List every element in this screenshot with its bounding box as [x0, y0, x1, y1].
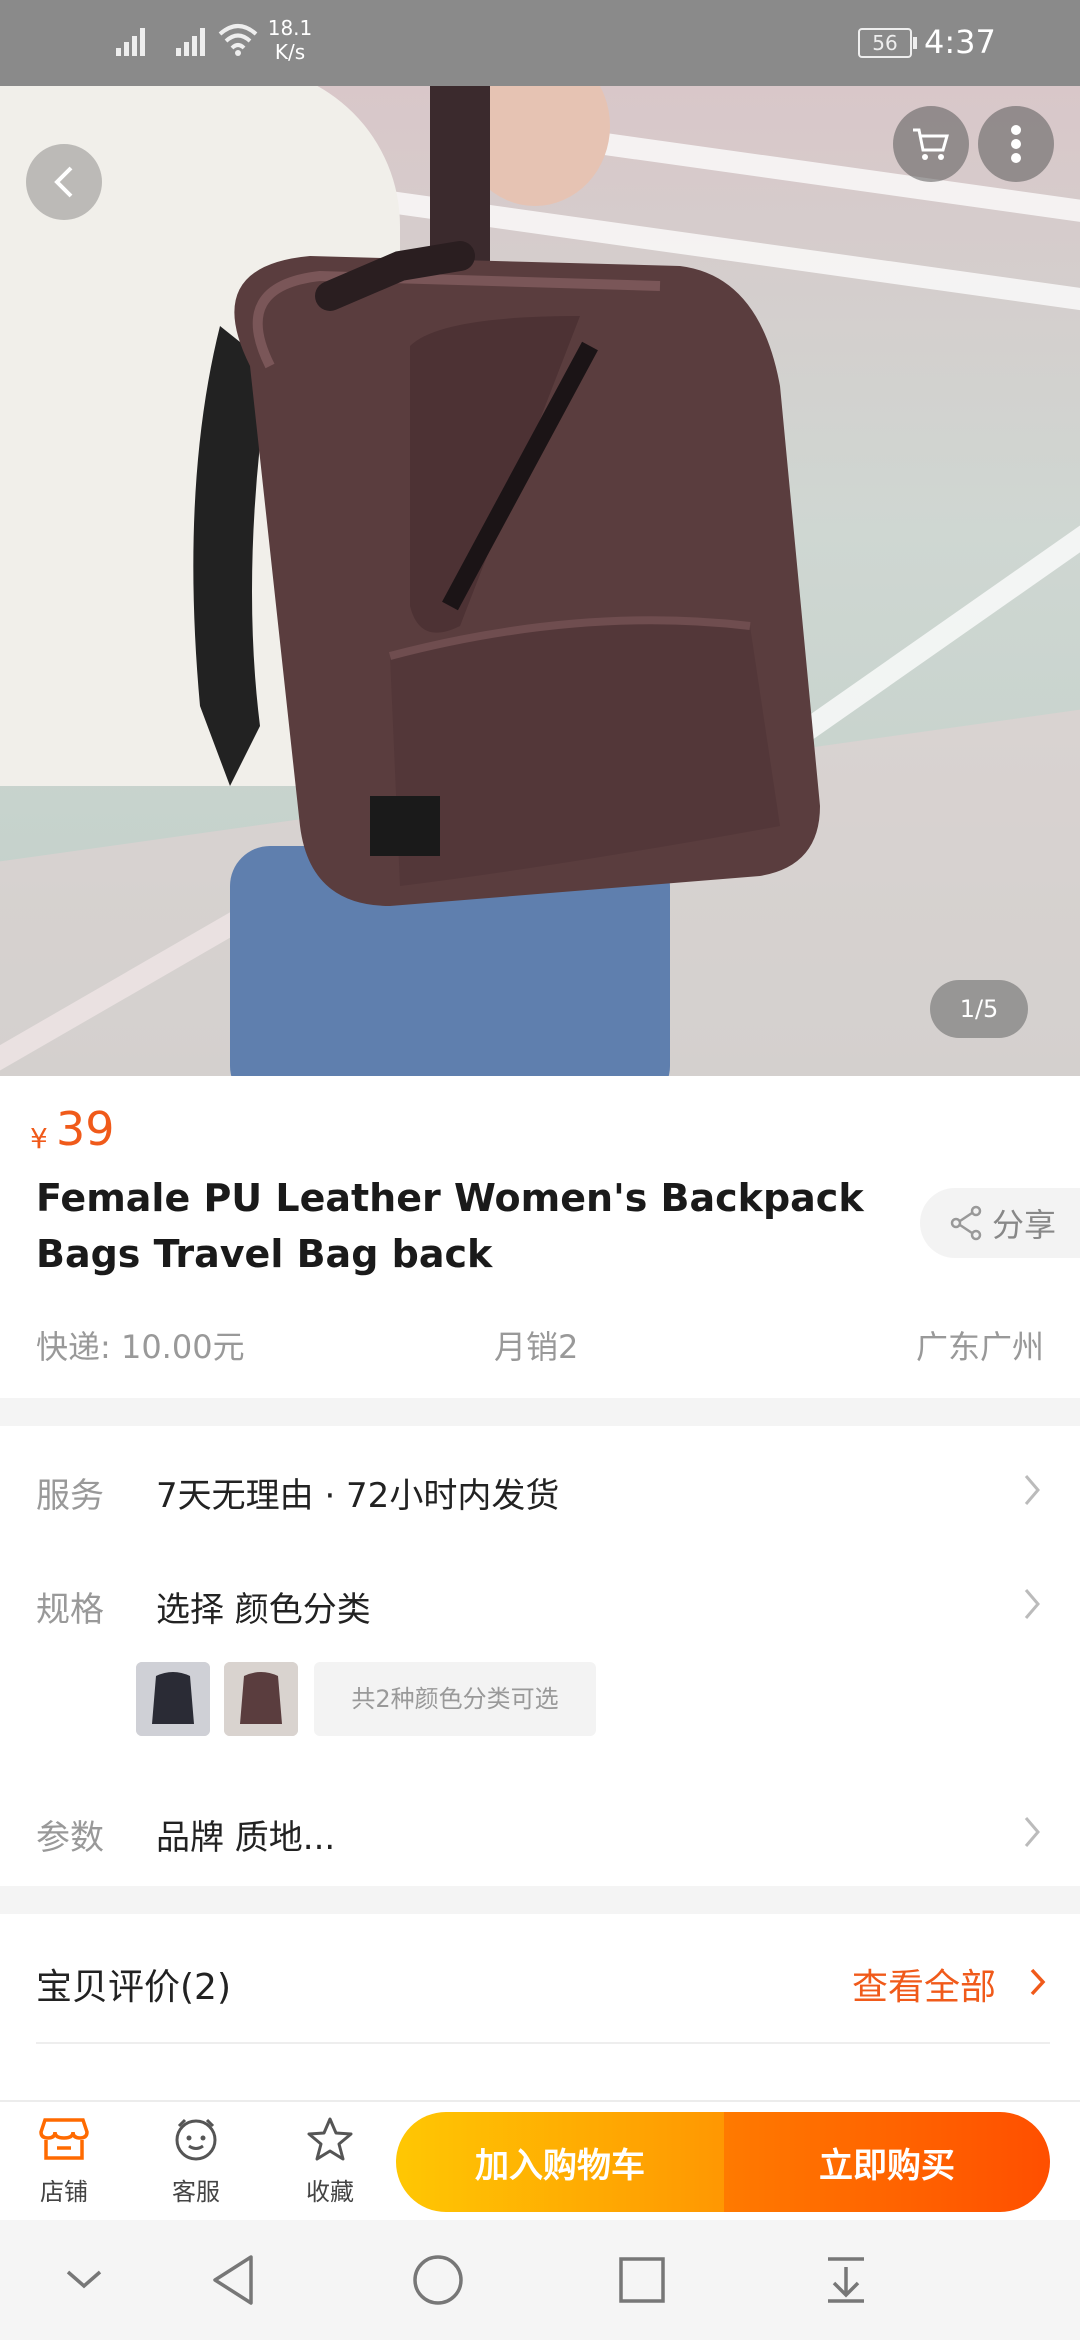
signal-icon — [116, 26, 150, 56]
customer-service-icon — [175, 2118, 217, 2161]
chevron-left-icon — [54, 166, 73, 198]
home-nav-button[interactable] — [408, 2250, 468, 2310]
image-counter: 1/5 — [930, 980, 1028, 1038]
favorite-button[interactable]: 收藏 — [280, 2116, 380, 2207]
battery-icon: 56 — [858, 28, 917, 58]
recents-nav-button[interactable] — [612, 2250, 672, 2310]
view-all-reviews-link[interactable]: 查看全部 — [852, 1958, 996, 2010]
add-to-cart-button[interactable]: 加入购物车 — [396, 2112, 724, 2212]
params-label: 参数 — [36, 1818, 104, 1858]
back-button[interactable] — [26, 144, 102, 220]
product-title: Female PU Leather Women's Backpack Bags … — [36, 1176, 864, 1276]
shop-icon — [39, 2118, 89, 2160]
price: 39 — [56, 1102, 115, 1156]
reviews-section: 宝贝评价(2) 查看全部 — [0, 1914, 1080, 2100]
spec-row[interactable]: 规格 选择 颜色分类 — [0, 1536, 1080, 1776]
shop-label: 店铺 — [40, 2178, 88, 2206]
divider — [36, 2042, 1050, 2044]
bottom-action-bar: 店铺 客服 收藏 加入购物车 立即购买 — [0, 2100, 1080, 2222]
more-vertical-icon — [1011, 125, 1021, 163]
variant-thumbnail[interactable] — [136, 1662, 210, 1736]
clock: 4:37 — [924, 23, 996, 61]
pull-down-icon — [828, 2257, 864, 2303]
service-value: 7天无理由 · 72小时内发货 — [156, 1476, 560, 1516]
variant-thumbnail[interactable] — [224, 1662, 298, 1736]
triangle-back-icon — [213, 2255, 253, 2305]
signal-icon — [176, 26, 210, 56]
chevron-right-icon — [1024, 1817, 1040, 1847]
backpack-product-photo — [193, 86, 820, 906]
currency-symbol: ¥ — [30, 1122, 48, 1155]
more-options-button[interactable] — [978, 106, 1054, 182]
service-row[interactable]: 服务 7天无理由 · 72小时内发货 — [0, 1426, 1080, 1536]
product-image-carousel[interactable]: 1/5 — [0, 86, 1080, 1076]
cart-button[interactable] — [893, 106, 969, 182]
chevron-right-icon — [1030, 1968, 1046, 1996]
section-divider — [0, 1886, 1080, 1914]
variant-count-hint[interactable]: 共2种颜色分类可选 — [314, 1662, 596, 1736]
params-row[interactable]: 参数 品牌 质地... — [0, 1776, 1080, 1886]
ship-from-location: 广东广州 — [915, 1328, 1044, 1366]
customer-service-label: 客服 — [172, 2178, 220, 2206]
reviews-title: 宝贝评价(2) — [36, 1967, 231, 2008]
cart-icon — [913, 128, 949, 160]
share-label: 分享 — [992, 1206, 1057, 1244]
system-navigation-bar — [0, 2220, 1080, 2340]
notification-pull-button[interactable] — [816, 2250, 876, 2310]
hide-nav-button[interactable] — [54, 2250, 114, 2310]
favorite-label: 收藏 — [306, 2178, 354, 2206]
service-label: 服务 — [36, 1476, 104, 1516]
star-icon — [307, 2117, 353, 2161]
status-bar: 18.1 K/s 56 4:37 — [0, 0, 1080, 86]
share-icon — [948, 1205, 984, 1241]
monthly-sales: 月销2 — [494, 1328, 579, 1366]
section-divider — [0, 1398, 1080, 1426]
network-speed: 18.1 K/s — [267, 16, 313, 64]
buy-now-button[interactable]: 立即购买 — [724, 2112, 1050, 2212]
chevron-down-icon — [66, 2270, 102, 2289]
back-nav-button[interactable] — [204, 2250, 264, 2310]
spec-value: 选择 颜色分类 — [156, 1590, 371, 1630]
share-button[interactable]: 分享 — [920, 1188, 1080, 1258]
params-value: 品牌 质地... — [156, 1818, 336, 1858]
product-details: 服务 7天无理由 · 72小时内发货 规格 选择 颜色分类 共2种颜色分类可选 … — [0, 1426, 1080, 1886]
wifi-icon — [218, 22, 258, 60]
customer-service-button[interactable]: 客服 — [146, 2116, 246, 2207]
spec-label: 规格 — [36, 1590, 104, 1630]
circle-home-icon — [413, 2255, 463, 2305]
chevron-right-icon — [1024, 1589, 1040, 1619]
square-recents-icon — [619, 2257, 665, 2303]
chevron-right-icon — [1024, 1475, 1040, 1505]
product-info: ¥ 39 Female PU Leather Women's Backpack … — [0, 1076, 1080, 1398]
shop-button[interactable]: 店铺 — [14, 2116, 114, 2207]
shipping-fee: 快递: 10.00元 — [36, 1328, 245, 1366]
